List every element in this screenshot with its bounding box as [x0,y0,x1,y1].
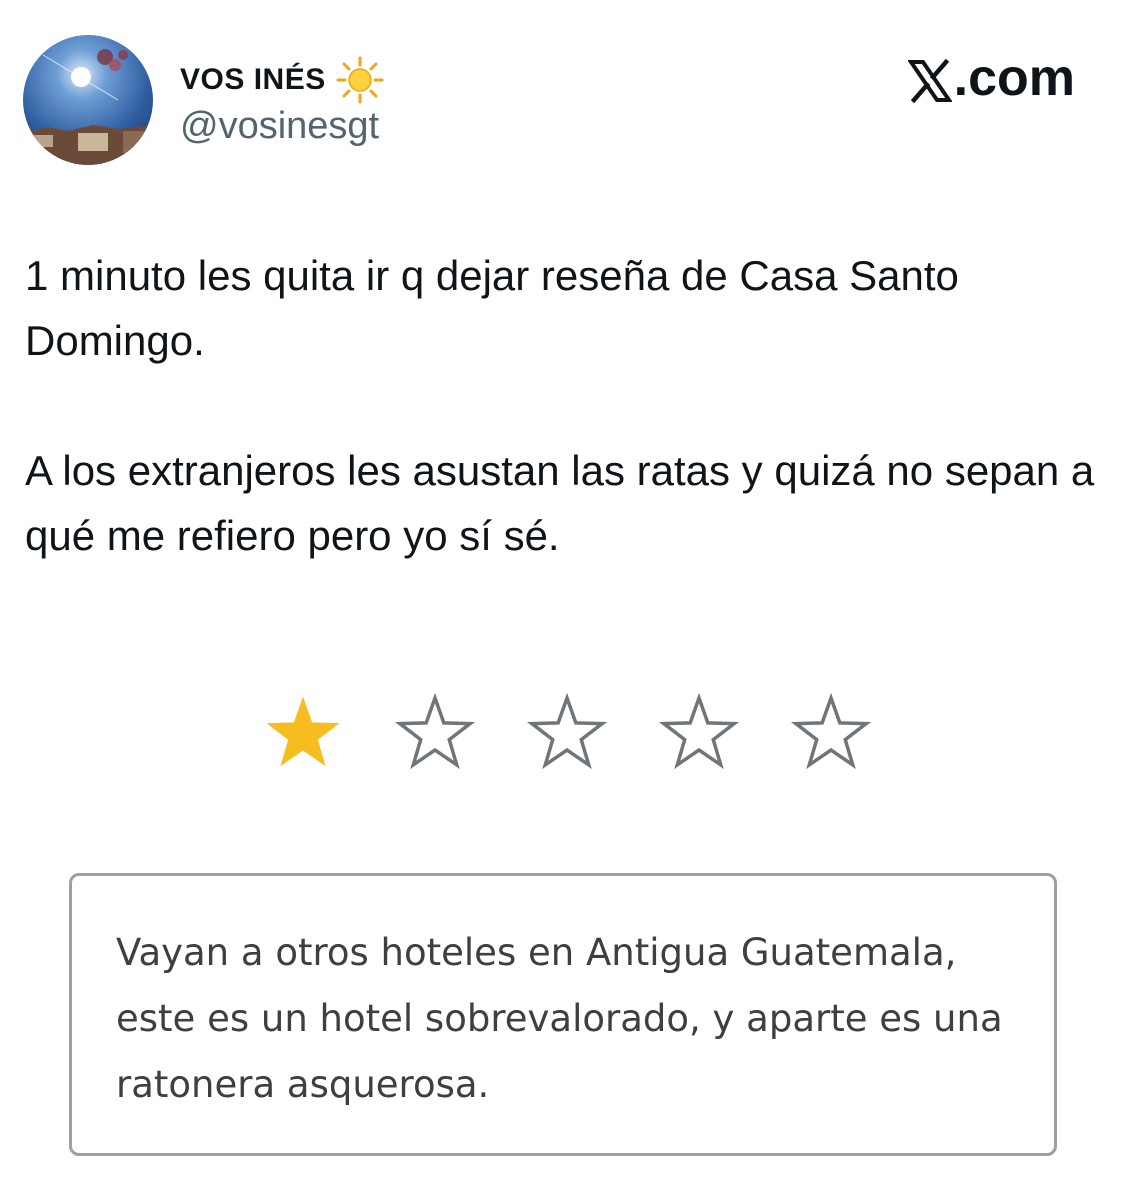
tweet-paragraph: A los extranjeros les asustan las ratas … [25,447,1095,559]
review-box: Vayan a otros hoteles en Antigua Guatema… [69,873,1057,1156]
sun-icon [336,56,384,104]
x-logo-icon [906,56,953,104]
star-empty-icon[interactable] [791,693,871,773]
star-filled-icon[interactable] [263,693,343,773]
brand-domain: .com [953,49,1075,107]
star-empty-icon[interactable] [527,693,607,773]
tweet-text: 1 minuto les quita ir q dejar reseña de … [25,243,1105,568]
display-name-text: VOS INÉS [180,63,326,96]
tweet-paragraph: 1 minuto les quita ir q dejar reseña de … [25,252,959,364]
star-empty-icon[interactable] [659,693,739,773]
review-text: Vayan a otros hoteles en Antigua Guatema… [116,931,1003,1106]
x-brand[interactable]: .com [906,48,1075,108]
user-handle[interactable]: @vosinesgt [180,105,379,148]
star-rating [263,693,871,773]
display-name[interactable]: VOS INÉS [180,56,384,104]
star-empty-icon[interactable] [395,693,475,773]
avatar[interactable] [23,35,153,165]
